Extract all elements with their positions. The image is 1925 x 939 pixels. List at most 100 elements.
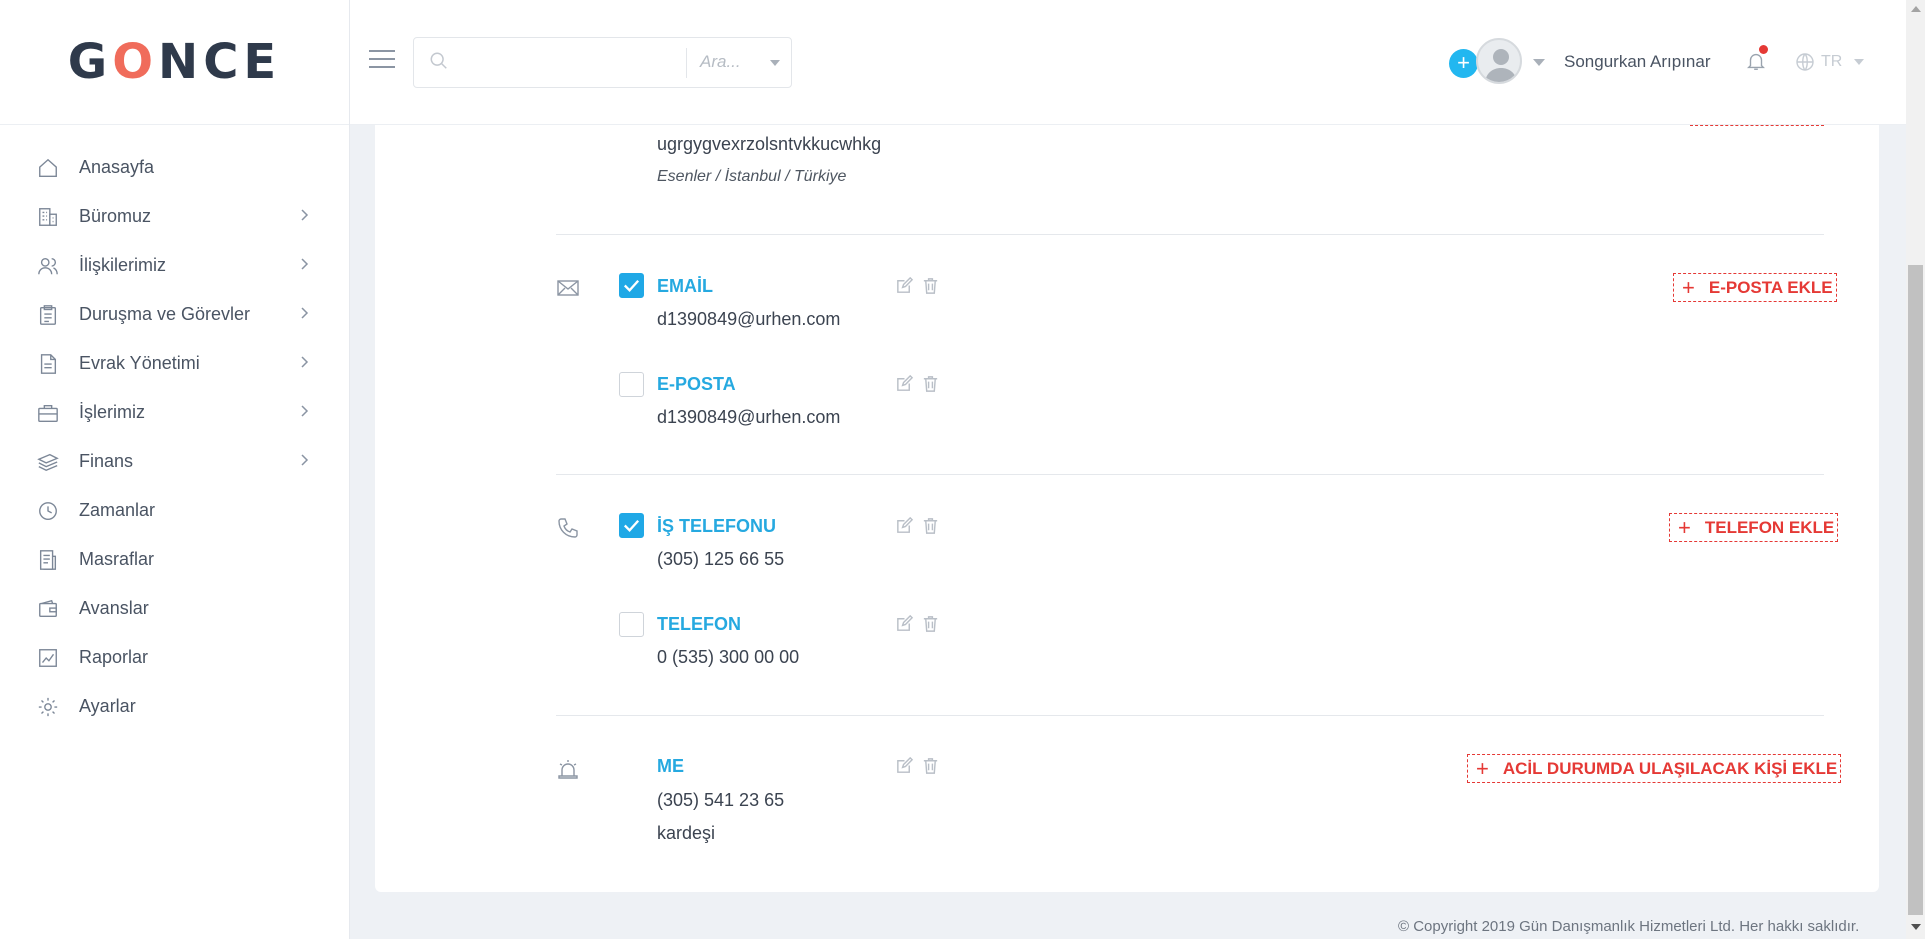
sidebar-item-label: Raporlar [79,647,149,667]
avatar[interactable] [1476,38,1522,84]
quick-add-button[interactable]: + [1449,49,1478,78]
phone-checkbox[interactable] [619,612,644,637]
edit-icon[interactable] [895,756,915,776]
logo[interactable]: G O NCE [68,34,281,90]
phone-entry-value: (305) 125 66 55 [657,549,785,569]
plus-icon: + [1476,755,1489,781]
sidebar-item-label: İşlerimiz [79,402,145,422]
menu-toggle-icon[interactable] [369,50,395,70]
sidebar-item-label: Avanslar [79,598,149,618]
plus-icon: + [1678,514,1691,540]
sidebar-item-islerimiz[interactable]: İşlerimiz [0,388,349,437]
sidebar-item-ayarlar[interactable]: Ayarlar [0,682,349,731]
logo-o: O [112,34,159,90]
primary-email-checkbox[interactable] [619,273,644,298]
email-entry-title: EMAİL [657,276,713,296]
sidebar-item-label: Büromuz [79,206,152,226]
home-icon [36,156,60,180]
trash-icon[interactable] [921,276,941,296]
trash-icon[interactable] [921,756,941,776]
clipboard-icon [36,303,60,327]
search-icon [429,51,451,73]
chevron-right-icon [297,355,311,369]
sidebar-item-zamanlar[interactable]: Zamanlar [0,486,349,535]
globe-icon [1796,53,1814,71]
sidebar-item-durusma-ve-gorevler[interactable]: Duruşma ve Görevler [0,290,349,339]
scrollbar-thumb[interactable] [1908,265,1923,915]
caret-down-icon[interactable] [770,60,780,66]
sidebar-nav: Anasayfa Büromuz İlişkilerimiz Duruşma v… [0,125,349,731]
trash-icon[interactable] [921,516,941,536]
chevron-right-icon [297,404,311,418]
document-icon [36,352,60,376]
trash-icon[interactable] [921,614,941,634]
section-divider [556,474,1824,475]
sidebar-item-buromuz[interactable]: Büromuz [0,192,349,241]
email-checkbox[interactable] [619,372,644,397]
logo-area: G O NCE [0,0,349,125]
user-menu-caret-icon[interactable] [1533,59,1545,66]
sidebar-item-iliskilerimiz[interactable]: İlişkilerimiz [0,241,349,290]
search-filter-select[interactable]: Ara... [700,52,741,72]
sidebar-item-finans[interactable]: Finans [0,437,349,486]
add-address-button-edge[interactable] [1690,125,1824,127]
section-divider [556,715,1824,716]
logo-text-end: NCE [158,34,282,90]
section-divider [556,234,1824,235]
phone-entry-title: TELEFON [657,614,741,634]
add-emergency-contact-label: ACİL DURUMDA ULAŞILACAK KİŞİ EKLE [1502,758,1838,778]
add-phone-button[interactable]: + TELEFON EKLE [1669,513,1839,542]
primary-phone-checkbox[interactable] [619,513,644,538]
trash-icon[interactable] [921,374,941,394]
language-selector[interactable]: TR [1795,52,1865,72]
sidebar: G O NCE Anasayfa Büromuz İlişkilerimiz Dur… [0,0,350,939]
sidebar-item-raporlar[interactable]: Raporlar [0,633,349,682]
phone-entry-title: İŞ TELEFONU [657,516,777,536]
sidebar-item-masraflar[interactable]: Masraflar [0,535,349,584]
emergency-contact-name: ME [657,756,684,776]
bell-icon[interactable] [1745,50,1769,74]
search-divider [686,48,687,78]
notification-dot [1759,45,1768,54]
chevron-right-icon [297,306,311,320]
sidebar-item-label: Masraflar [79,549,155,569]
search-box: Ara... [413,37,792,88]
sidebar-item-label: İlişkilerimiz [79,255,166,275]
edit-icon[interactable] [895,276,915,296]
address-line: ugrgygvexrzolsntvkkucwhkg [657,134,882,154]
chart-icon [36,646,60,670]
sidebar-item-label: Finans [79,451,134,471]
receipt-icon [36,548,60,572]
sidebar-item-evrak-yonetimi[interactable]: Evrak Yönetimi [0,339,349,388]
sidebar-item-label: Zamanlar [79,500,156,520]
scroll-up-arrow-icon[interactable] [1911,6,1921,12]
sidebar-item-label: Evrak Yönetimi [79,353,200,373]
scroll-down-arrow-icon[interactable] [1911,924,1921,930]
briefcase-icon [36,401,60,425]
sidebar-item-anasayfa[interactable]: Anasayfa [0,143,349,192]
gear-icon [36,695,60,719]
edit-icon[interactable] [895,374,915,394]
users-icon [36,254,60,278]
footer-copyright: © Copyright 2019 Gün Danışmanlık Hizmetl… [1398,918,1860,935]
chevron-right-icon [297,453,311,467]
phone-entry-value: 0 (535) 300 00 00 [657,647,800,667]
edit-icon[interactable] [895,614,915,634]
search-input[interactable] [462,48,672,78]
email-entry-value: d1390849@urhen.com [657,407,841,427]
building-icon [36,205,60,229]
edit-icon[interactable] [895,516,915,536]
user-name[interactable]: Songurkan Arıpınar [1564,52,1710,72]
plus-icon: + [1682,274,1695,300]
add-emergency-contact-button[interactable]: + ACİL DURUMDA ULAŞILACAK KİŞİ EKLE [1467,754,1842,783]
caret-down-icon [1854,59,1865,65]
add-email-button[interactable]: + E-POSTA EKLE [1673,273,1837,302]
clock-icon [36,499,60,523]
money-icon [36,450,60,474]
alarm-icon [556,757,582,783]
email-entry-value: d1390849@urhen.com [657,309,841,329]
sidebar-item-avanslar[interactable]: Avanslar [0,584,349,633]
chevron-right-icon [297,257,311,271]
add-email-label: E-POSTA EKLE [1708,277,1833,297]
page-scrollbar[interactable] [1906,0,1925,939]
